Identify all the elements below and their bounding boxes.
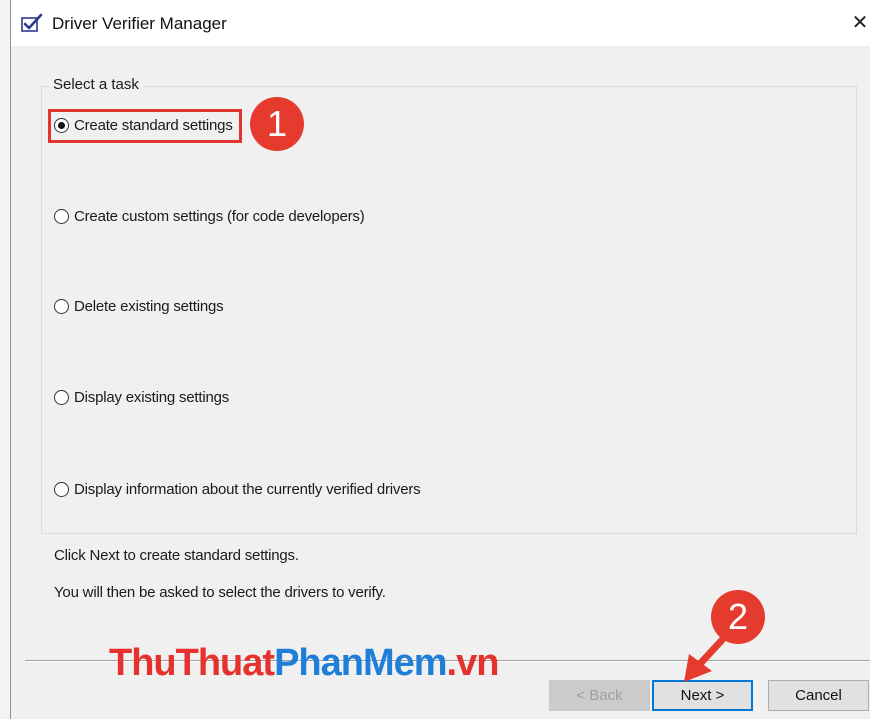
highlight-box-step-1 (48, 109, 242, 143)
title-bar: Driver Verifier Manager ✕ (11, 0, 870, 46)
step-2-badge: 2 (711, 590, 765, 644)
driver-verifier-checklist-icon (21, 13, 43, 32)
groupbox-label: Select a task (49, 76, 143, 93)
radio-label: Display information about the currently … (74, 480, 421, 498)
radio-label: Create custom settings (for code develop… (74, 207, 365, 225)
dialog-body: Select a task Create standard settings C… (11, 46, 870, 719)
window-title: Driver Verifier Manager (52, 14, 227, 33)
next-button[interactable]: Next > (652, 680, 753, 711)
info-line-1: Click Next to create standard settings. (54, 547, 299, 564)
cancel-button[interactable]: Cancel (768, 680, 869, 711)
step-1-badge: 1 (250, 97, 304, 151)
radio-label: Display existing settings (74, 388, 230, 406)
radio-button[interactable] (54, 389, 69, 405)
radio-button[interactable] (54, 298, 69, 314)
info-line-2: You will then be asked to select the dri… (54, 584, 386, 601)
watermark-part-3: .vn (446, 642, 500, 684)
radio-display-verified-drivers-info[interactable]: Display information about the currently … (54, 478, 421, 500)
back-button[interactable]: < Back (549, 680, 650, 711)
watermark-part-1: ThuThuat (109, 642, 275, 684)
background-window-edge (0, 0, 11, 719)
radio-button[interactable] (54, 208, 69, 224)
close-icon[interactable]: ✕ (849, 10, 870, 36)
watermark-logo: ThuThuatPhanMem.vn (109, 642, 500, 685)
radio-button[interactable] (54, 481, 69, 497)
radio-create-custom-settings[interactable]: Create custom settings (for code develop… (54, 205, 365, 227)
radio-display-existing-settings[interactable]: Display existing settings (54, 386, 229, 408)
watermark-part-2: PhanMem (274, 642, 447, 684)
radio-delete-existing-settings[interactable]: Delete existing settings (54, 295, 224, 317)
radio-label: Delete existing settings (74, 297, 224, 315)
